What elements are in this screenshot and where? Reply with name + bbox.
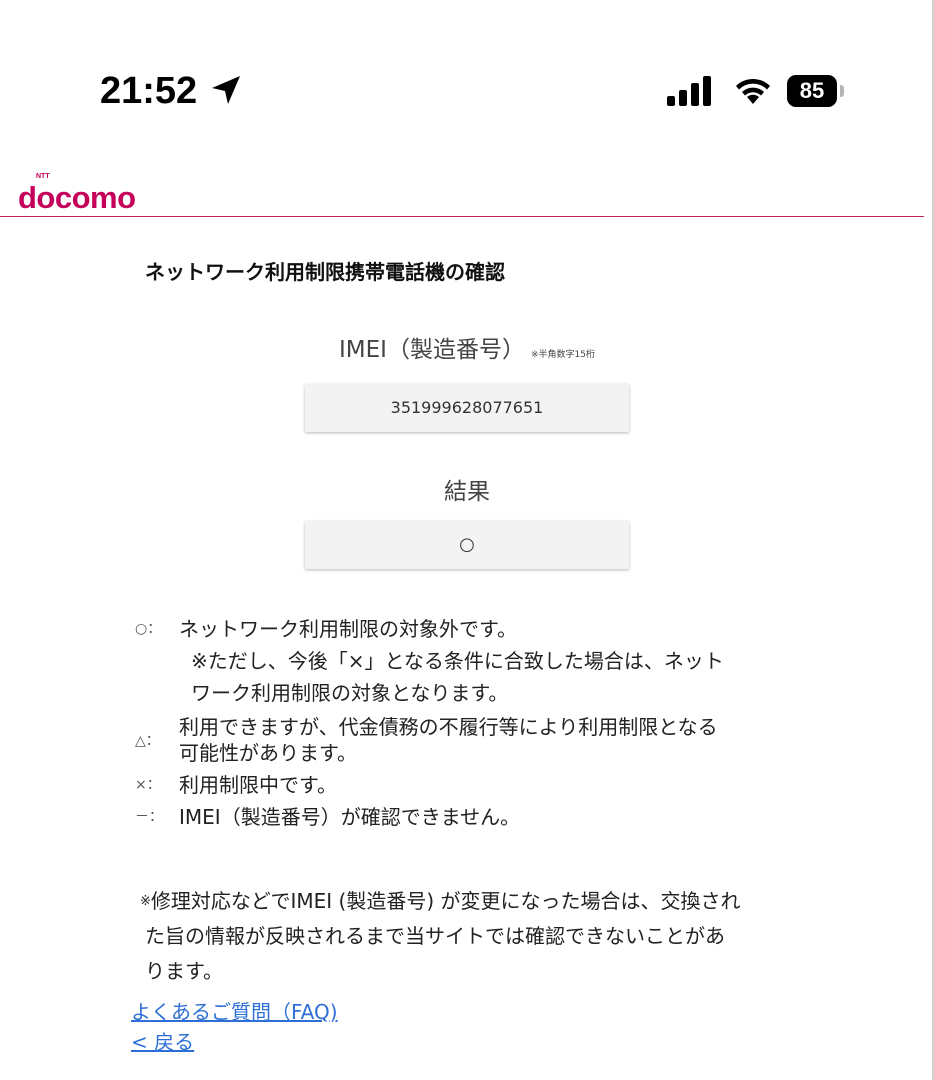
legend-dash-text: IMEI（製造番号）が確認できません。 [179,805,521,829]
wifi-icon [736,78,770,104]
imei-label-text: IMEI（製造番号） [339,337,525,363]
imei-change-notice: ※修理対応などでIMEI (製造番号) が変更になった場合は、交換され た旨の情… [140,884,820,989]
legend-dash-symbol: －： [135,809,163,825]
battery-tip [840,85,844,97]
legend-cross-text: 利用制限中です。 [179,773,337,797]
back-link[interactable]: < 戻る [131,1026,194,1055]
result-legend: ○： ネットワーク利用制限の対象外です。 ※ただし、今後「×」となる条件に合致し… [135,613,815,833]
legend-circle-symbol: ○： [135,621,162,637]
status-bar: 21:52 85 [0,0,934,140]
legend-circle-note-1: ※ただし、今後「×」となる条件に合致した場合は、ネット [191,649,724,673]
imei-value-field: 351999628077651 [305,384,629,432]
battery-icon: 85 [787,75,837,107]
notice-line-1: ※修理対応などでIMEI (製造番号) が変更になった場合は、交換され [140,884,820,919]
notice-line-1-text: 修理対応などでIMEI (製造番号) が変更になった場合は、交換され [150,889,741,913]
legend-triangle-symbol: △： [135,733,160,749]
docomo-logo[interactable]: docomo [18,180,136,216]
notice-line-3: ります。 [145,959,223,983]
result-value-field: ○ [305,521,629,569]
signal-icon [667,76,711,106]
legend-item-cross: ×： 利用制限中です。 [135,769,815,801]
legend-cross-symbol: ×： [135,777,161,793]
notice-line-2: た旨の情報が反映されるまで当サイトでは確認できないことがあ [145,924,725,948]
imei-label: IMEI（製造番号） ※半角数字15桁 [0,330,934,364]
site-header: NTT docomo [0,160,924,217]
legend-circle-text: ネットワーク利用制限の対象外です。 [179,617,517,641]
legend-item-triangle: △： 利用できますが、代金債務の不履行等により利用制限となる 可能性があります。 [135,711,815,769]
page-title: ネットワーク利用制限携帯電話機の確認 [145,260,505,284]
imei-note: ※半角数字15桁 [530,350,595,360]
location-arrow-icon [212,76,240,104]
legend-item-dash: －： IMEI（製造番号）が確認できません。 [135,801,815,833]
legend-circle-note-2: ワーク利用制限の対象となります。 [191,681,509,705]
faq-link[interactable]: よくあるご質問（FAQ) [131,996,338,1025]
status-time: 21:52 [100,70,198,112]
notice-mark: ※ [140,894,151,909]
logo-ntt-mark: NTT [36,173,50,180]
result-label: 結果 [444,479,490,505]
legend-item-circle: ○： ネットワーク利用制限の対象外です。 [135,613,815,645]
